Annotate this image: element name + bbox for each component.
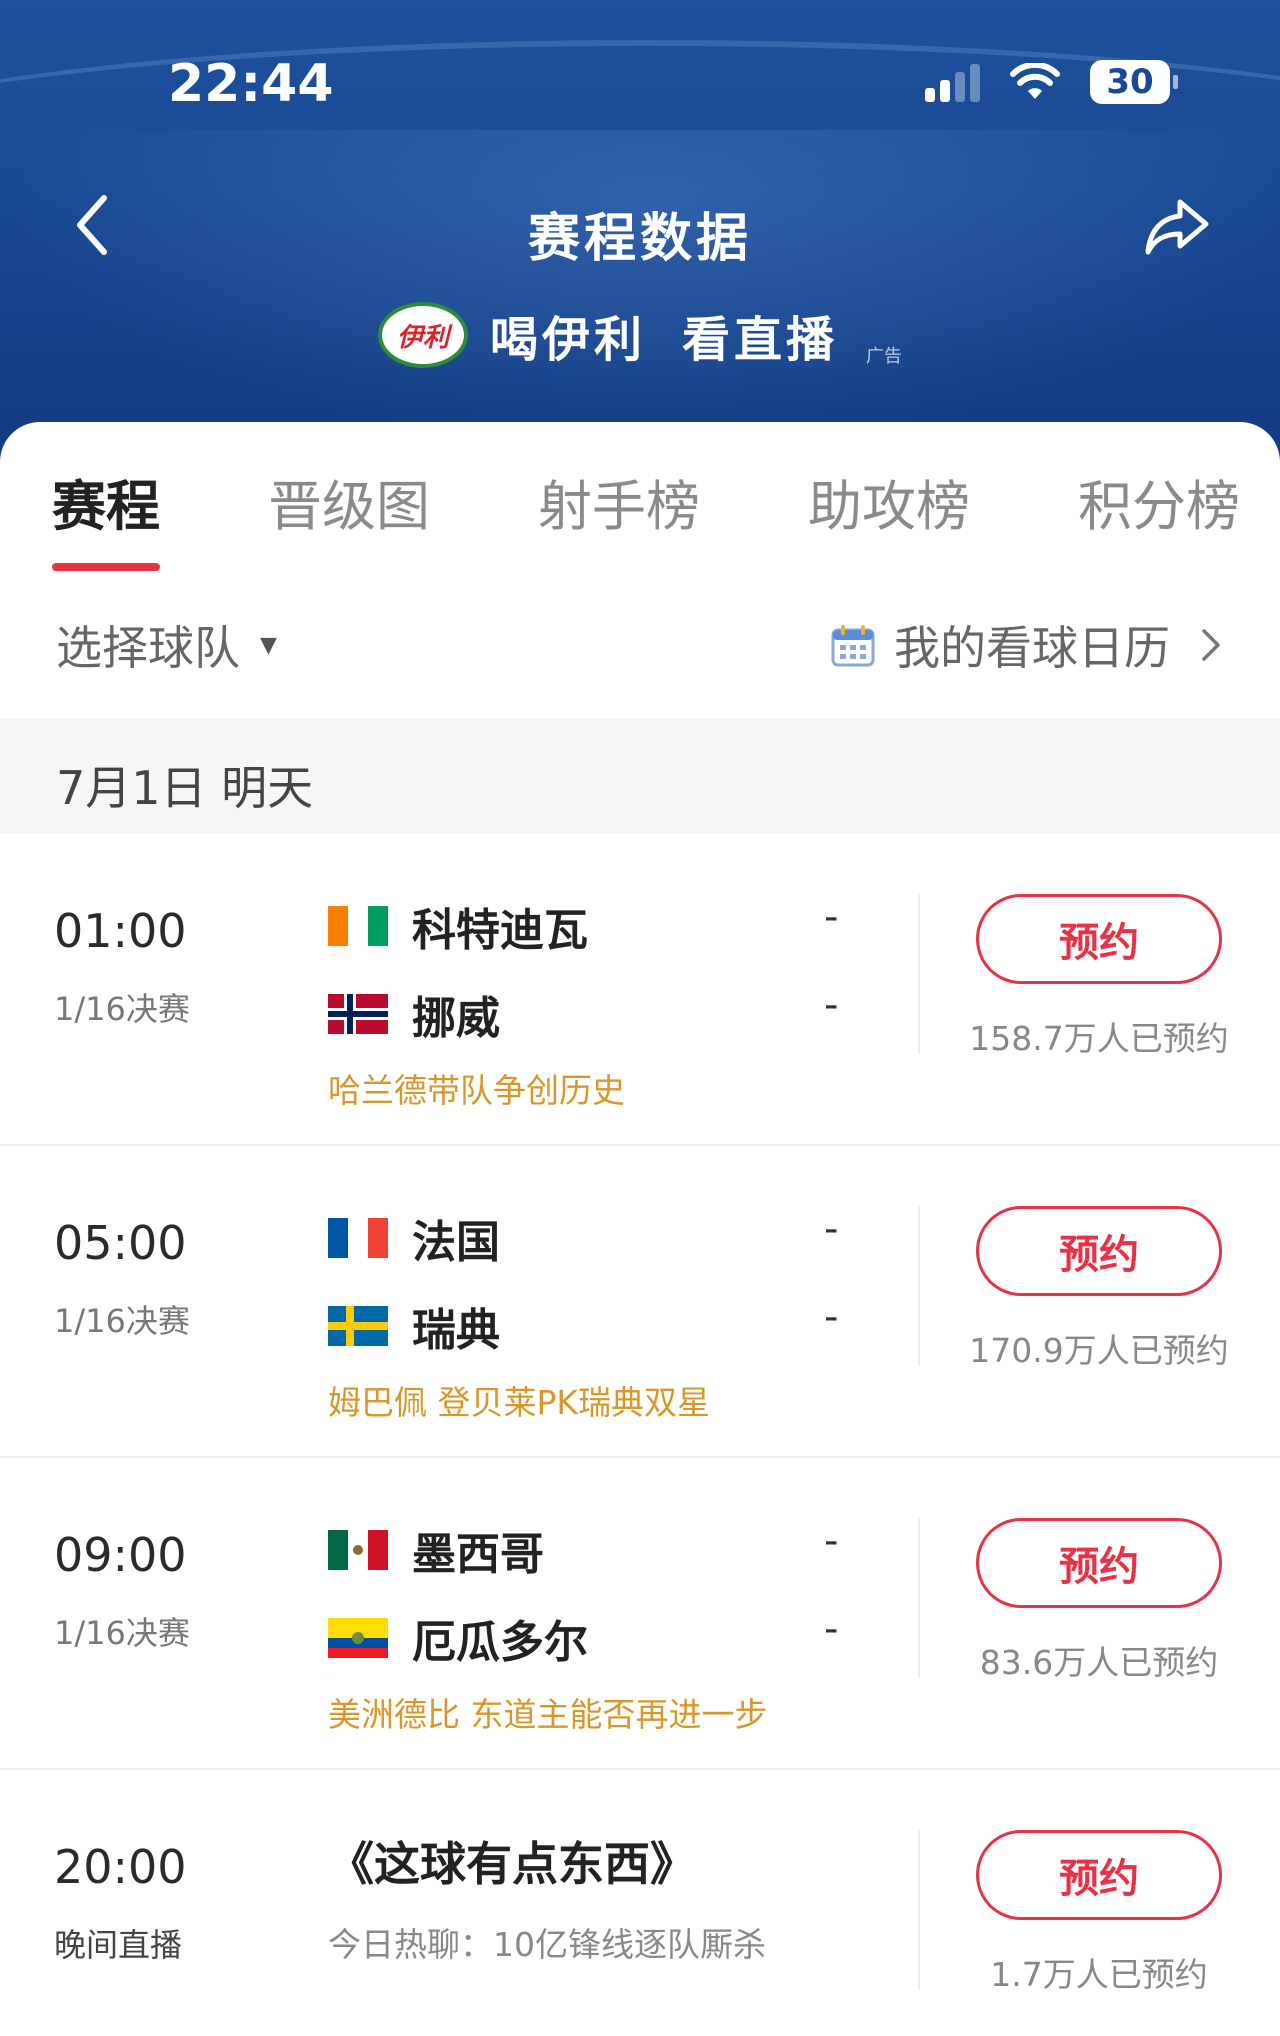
show-type: 晚间直播 (54, 1926, 183, 1964)
away-team-name: 瑞典 (412, 1305, 500, 1356)
tab-schedule[interactable]: 赛程 (52, 462, 160, 571)
tab-assists[interactable]: 助攻榜 (808, 462, 970, 571)
tab-bar: 赛程 晋级图 射手榜 助攻榜 积分榜 (52, 462, 1240, 571)
away-score: - (824, 1294, 839, 1340)
status-icons: 30 (925, 60, 1178, 104)
home-team-name: 墨西哥 (412, 1529, 544, 1580)
wifi-icon (1010, 63, 1060, 99)
home-team-name: 科特迪瓦 (412, 905, 588, 956)
away-score: - (824, 1606, 839, 1652)
match-time: 01:00 (54, 904, 187, 958)
show-time: 20:00 (54, 1840, 187, 1894)
ad-text-2: 看直播 (682, 312, 839, 368)
ad-text: 喝伊利 看直播 (490, 300, 838, 370)
france-flag-icon (328, 1218, 388, 1258)
home-team: 科特迪瓦 (328, 894, 588, 958)
reserve-count: 158.7万人已预约 (969, 1019, 1229, 1058)
calendar-label: 我的看球日历 (894, 621, 1170, 675)
reserve-count: 170.9万人已预约 (969, 1331, 1229, 1370)
reserve-count: 1.7万人已预约 (990, 1955, 1208, 1994)
divider (918, 894, 920, 1054)
match-note: 美洲德比 东道主能否再进一步 (328, 1695, 768, 1734)
ad-tag: 广告 (866, 346, 903, 367)
calendar-icon (831, 625, 875, 667)
status-time: 22:44 (168, 54, 334, 114)
ad-text-1: 喝伊利 (489, 312, 646, 368)
caret-down-icon: ▼ (260, 632, 277, 658)
sponsor-ad[interactable]: 伊利 喝伊利 看直播 广告 (0, 300, 1280, 370)
home-team-name: 法国 (412, 1217, 500, 1268)
home-score: - (824, 894, 839, 940)
sweden-flag-icon (328, 1306, 388, 1346)
team-select-label: 选择球队 (56, 621, 240, 675)
tab-scorers[interactable]: 射手榜 (538, 462, 700, 571)
match-stage: 1/16决赛 (54, 1302, 190, 1340)
away-score: - (824, 982, 839, 1028)
match-row[interactable]: 01:00 1/16决赛 科特迪瓦 挪威 - - 哈兰德带队争创历史 预约 15… (0, 834, 1280, 1146)
reserve-button[interactable]: 预约 (976, 1518, 1222, 1608)
divider (918, 1518, 920, 1678)
away-team: 厄瓜多尔 (328, 1606, 588, 1670)
away-team-name: 挪威 (412, 993, 500, 1044)
reserve-button[interactable]: 预约 (976, 1206, 1222, 1296)
chevron-right-icon (1202, 629, 1220, 661)
match-row[interactable]: 05:00 1/16决赛 法国 瑞典 - - 姆巴佩 登贝莱PK瑞典双星 预约 … (0, 1146, 1280, 1458)
share-icon[interactable] (1142, 196, 1212, 256)
date-header: 7月1日 明天 (0, 718, 1280, 834)
divider (918, 1206, 920, 1366)
yili-logo: 伊利 (377, 302, 468, 368)
match-note: 姆巴佩 登贝莱PK瑞典双星 (328, 1383, 711, 1422)
tab-standings[interactable]: 积分榜 (1078, 462, 1240, 571)
away-team-name: 厄瓜多尔 (412, 1617, 588, 1668)
reserve-button[interactable]: 预约 (976, 1830, 1222, 1920)
divider (918, 1830, 920, 1990)
my-calendar-link[interactable]: 我的看球日历 (830, 612, 1222, 678)
tab-bracket[interactable]: 晋级图 (268, 462, 430, 571)
norway-flag-icon (328, 994, 388, 1034)
cellular-signal-icon (925, 62, 980, 102)
team-select-dropdown[interactable]: 选择球队 ▼ (56, 612, 277, 678)
content-card: 赛程 晋级图 射手榜 助攻榜 积分榜 选择球队 ▼ 我的看球日历 7月1日 明天 (0, 422, 1280, 2036)
home-score: - (824, 1518, 839, 1564)
show-subtitle: 今日热聊：10亿锋线逐队厮杀 (328, 1925, 766, 1964)
away-team: 瑞典 (328, 1294, 500, 1358)
ivory-coast-flag-icon (328, 906, 388, 946)
match-stage: 1/16决赛 (54, 1614, 190, 1652)
page-title: 赛程数据 (527, 209, 752, 269)
ecuador-flag-icon (328, 1618, 388, 1658)
show-title: 《这球有点东西》 (328, 1837, 696, 1891)
match-stage: 1/16决赛 (54, 990, 190, 1028)
match-row[interactable]: 09:00 1/16决赛 墨西哥 厄瓜多尔 - - 美洲德比 东道主能否再进一步… (0, 1458, 1280, 1770)
match-note: 哈兰德带队争创历史 (328, 1071, 625, 1110)
header-banner: 22:44 30 赛程数据 伊利 喝伊利 看直播 广告 (0, 0, 1280, 470)
reserve-count: 83.6万人已预约 (979, 1643, 1219, 1682)
battery-icon: 30 (1090, 60, 1178, 104)
home-team: 法国 (328, 1206, 500, 1270)
home-team: 墨西哥 (328, 1518, 544, 1582)
match-time: 09:00 (54, 1528, 187, 1582)
show-row[interactable]: 20:00 晚间直播 《这球有点东西》 今日热聊：10亿锋线逐队厮杀 预约 1.… (0, 1770, 1280, 2036)
away-team: 挪威 (328, 982, 500, 1046)
reserve-button[interactable]: 预约 (976, 894, 1222, 984)
filter-row: 选择球队 ▼ 我的看球日历 (56, 612, 1222, 678)
match-time: 05:00 (54, 1216, 187, 1270)
mexico-flag-icon (328, 1530, 388, 1570)
home-score: - (824, 1206, 839, 1252)
